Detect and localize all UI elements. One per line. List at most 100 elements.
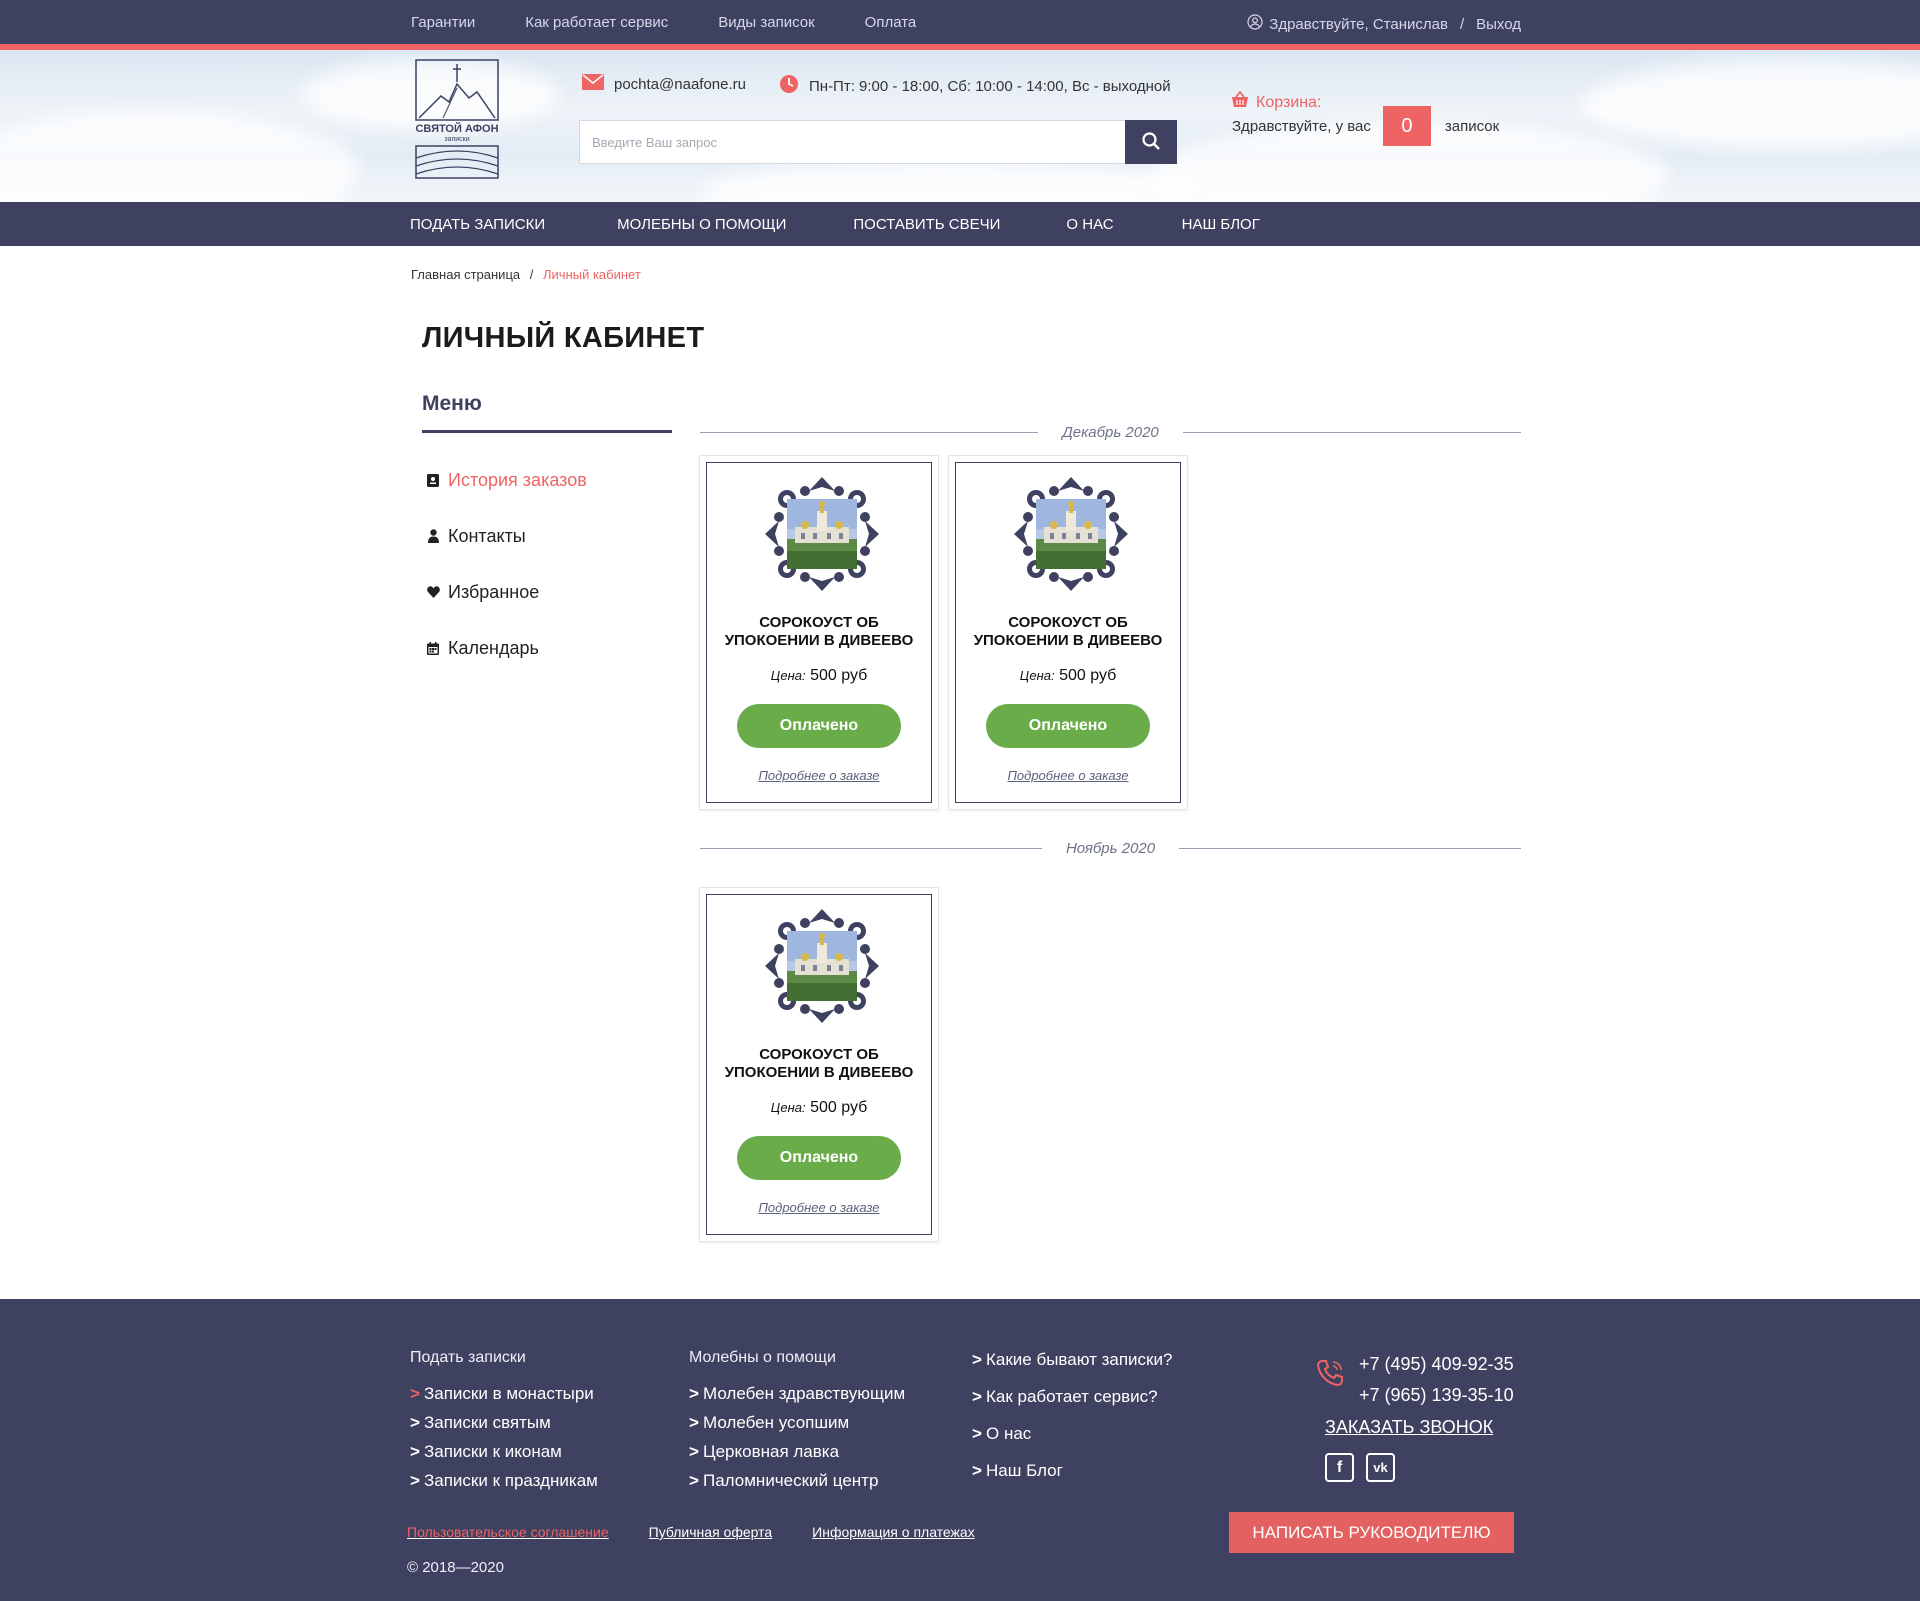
- phone-number[interactable]: +7 (965) 139-35-10: [1359, 1380, 1514, 1411]
- order-card: СОРОКОУСТ ОБ УПОКОЕНИИ В ДИВЕЕВО Цена: 5…: [949, 456, 1187, 809]
- mail-icon: [582, 74, 604, 94]
- phone-numbers: +7 (495) 409-92-35 +7 (965) 139-35-10: [1359, 1349, 1514, 1411]
- order-details-link[interactable]: Подробнее о заказе: [707, 1200, 931, 1215]
- month-label: Декабрь 2020: [1062, 423, 1159, 441]
- public-offer-link[interactable]: Публичная оферта: [649, 1524, 773, 1540]
- menu-item-calendar[interactable]: Календарь: [426, 620, 587, 676]
- logout-link[interactable]: Выход: [1476, 16, 1521, 33]
- search-input[interactable]: [579, 120, 1125, 164]
- footer-link[interactable]: > О нас: [972, 1415, 1172, 1452]
- logo-subtext: записки: [444, 136, 469, 143]
- chevron-right-icon: >: [689, 1471, 699, 1490]
- menu-item-favorites[interactable]: Избранное: [426, 564, 587, 620]
- footer-link[interactable]: > Записки к праздникам: [410, 1466, 598, 1495]
- menu-underline: [422, 430, 672, 433]
- chevron-right-icon: >: [410, 1384, 420, 1403]
- order-title: СОРОКОУСТ ОБ УПОКОЕНИИ В ДИВЕЕВО: [973, 614, 1163, 649]
- vk-icon[interactable]: vk: [1366, 1453, 1395, 1482]
- calendar-icon: [426, 641, 440, 655]
- order-price: Цена: 500 руб: [770, 667, 868, 684]
- menu-item-contacts[interactable]: Контакты: [426, 508, 587, 564]
- footer-link[interactable]: > Молебен усопшим: [689, 1408, 905, 1437]
- footer-column-notes: Подать записки > Записки в монастыри > Зап…: [410, 1349, 598, 1495]
- chevron-right-icon: >: [972, 1424, 982, 1443]
- menu-item-label: Избранное: [448, 581, 540, 602]
- chevron-right-icon: >: [689, 1384, 699, 1403]
- cart-suffix: записок: [1444, 117, 1500, 135]
- top-link-how-it-works[interactable]: Как работает сервис: [525, 14, 668, 31]
- monastery-emblem-icon: [765, 909, 879, 1023]
- footer-column-prayers: Молебны о помощи > Молебен здравствующим …: [689, 1349, 905, 1495]
- menu-item-label: Календарь: [448, 637, 539, 658]
- menu-item-order-history[interactable]: История заказов: [426, 452, 587, 508]
- order-price: Цена: 500 руб: [1019, 667, 1117, 684]
- breadcrumb-separator: /: [529, 267, 534, 282]
- footer-link[interactable]: > Записки в монастыри: [410, 1379, 598, 1408]
- footer-legal-links: Пользовательское соглашение Публичная оф…: [407, 1524, 975, 1540]
- footer-column-heading[interactable]: Молебны о помощи: [689, 1349, 905, 1367]
- footer-link[interactable]: > Молебен здравствующим: [689, 1379, 905, 1408]
- email-contact: pochta@naafone.ru: [582, 74, 746, 94]
- order-price: Цена: 500 руб: [770, 1099, 868, 1116]
- footer-link[interactable]: > Записки святым: [410, 1408, 598, 1437]
- header: СВЯТОЙ АФОН записки pochta@naafone.ru Пн…: [0, 50, 1920, 202]
- footer-link[interactable]: > Наш Блог: [972, 1452, 1172, 1489]
- logo-text: СВЯТОЙ АФОН: [415, 122, 498, 135]
- facebook-icon[interactable]: f: [1325, 1453, 1354, 1482]
- cart-summary[interactable]: Здравствуйте, у вас 0 записок: [1232, 106, 1499, 146]
- chevron-right-icon: >: [689, 1442, 699, 1461]
- footer-column-heading[interactable]: Подать записки: [410, 1349, 598, 1367]
- payment-info-link[interactable]: Информация о платежах: [812, 1524, 975, 1540]
- order-card: СОРОКОУСТ ОБ УПОКОЕНИИ В ДИВЕЕВО Цена: 5…: [700, 456, 938, 809]
- month-label: Ноябрь 2020: [1065, 839, 1156, 857]
- nav-item-prayers[interactable]: МОЛЕБНЫ О ПОМОЩИ: [617, 216, 786, 233]
- phone-number[interactable]: +7 (495) 409-92-35: [1359, 1349, 1514, 1380]
- nav-item-submit-notes[interactable]: ПОДАТЬ ЗАПИСКИ: [410, 216, 545, 233]
- footer-link[interactable]: > Какие бывают записки?: [972, 1341, 1172, 1378]
- month-divider: Ноябрь 2020: [700, 838, 1521, 858]
- chevron-right-icon: >: [972, 1461, 982, 1480]
- user-greeting-link[interactable]: Здравствуйте, Станислав: [1269, 16, 1448, 33]
- social-links: f vk: [1325, 1453, 1395, 1482]
- user-icon: [1247, 14, 1263, 34]
- nav-item-about[interactable]: О НАС: [1066, 216, 1113, 233]
- chevron-right-icon: >: [972, 1350, 982, 1369]
- footer-link[interactable]: > Паломнический центр: [689, 1466, 905, 1495]
- cart-count: 0: [1382, 106, 1431, 146]
- user-agreement-link[interactable]: Пользовательское соглашение: [407, 1524, 609, 1540]
- nav-item-blog[interactable]: НАШ БЛОГ: [1182, 216, 1260, 233]
- order-details-link[interactable]: Подробнее о заказе: [956, 768, 1180, 783]
- breadcrumb-home[interactable]: Главная страница: [411, 267, 520, 282]
- chevron-right-icon: >: [972, 1387, 982, 1406]
- site-logo[interactable]: СВЯТОЙ АФОН записки: [413, 58, 501, 182]
- write-to-manager-button[interactable]: НАПИСАТЬ РУКОВОДИТЕЛЮ: [1229, 1512, 1514, 1553]
- chevron-right-icon: >: [410, 1442, 420, 1461]
- working-hours: Пн-Пт: 9:00 - 18:00, Сб: 10:00 - 14:00, …: [779, 74, 1171, 98]
- top-link-note-types[interactable]: Виды записок: [718, 14, 814, 31]
- footer-link[interactable]: > Как работает сервис?: [972, 1378, 1172, 1415]
- breadcrumb: Главная страница / Личный кабинет: [411, 267, 641, 282]
- menu-item-label: Контакты: [448, 525, 526, 546]
- paid-status-button[interactable]: Оплачено: [986, 704, 1150, 748]
- menu-title: Меню: [422, 392, 482, 415]
- nav-item-candles[interactable]: ПОСТАВИТЬ СВЕЧИ: [853, 216, 1000, 233]
- search-button[interactable]: [1125, 120, 1177, 164]
- month-divider: Декабрь 2020: [700, 422, 1522, 442]
- order-title: СОРОКОУСТ ОБ УПОКОЕНИИ В ДИВЕЕВО: [724, 614, 914, 649]
- top-links: Гарантии Как работает сервис Виды записо…: [411, 14, 916, 31]
- order-details-link[interactable]: Подробнее о заказе: [707, 768, 931, 783]
- phone-icon: [1315, 1358, 1345, 1388]
- paid-status-button[interactable]: Оплачено: [737, 1136, 901, 1180]
- page-title: ЛИЧНЫЙ КАБИНЕТ: [422, 322, 705, 354]
- order-card: СОРОКОУСТ ОБ УПОКОЕНИИ В ДИВЕЕВО Цена: 5…: [700, 888, 938, 1241]
- main-nav: ПОДАТЬ ЗАПИСКИ МОЛЕБНЫ О ПОМОЩИ ПОСТАВИТ…: [0, 202, 1920, 246]
- callback-link[interactable]: ЗАКАЗАТЬ ЗВОНОК: [1325, 1417, 1493, 1438]
- top-link-guarantees[interactable]: Гарантии: [411, 14, 475, 31]
- footer-link[interactable]: > Записки к иконам: [410, 1437, 598, 1466]
- paid-status-button[interactable]: Оплачено: [737, 704, 901, 748]
- cart-prefix: Здравствуйте, у вас: [1232, 117, 1371, 135]
- top-link-payment[interactable]: Оплата: [865, 14, 917, 31]
- footer-link[interactable]: > Церковная лавка: [689, 1437, 905, 1466]
- email-link[interactable]: pochta@naafone.ru: [614, 76, 746, 93]
- clock-icon: [779, 74, 799, 98]
